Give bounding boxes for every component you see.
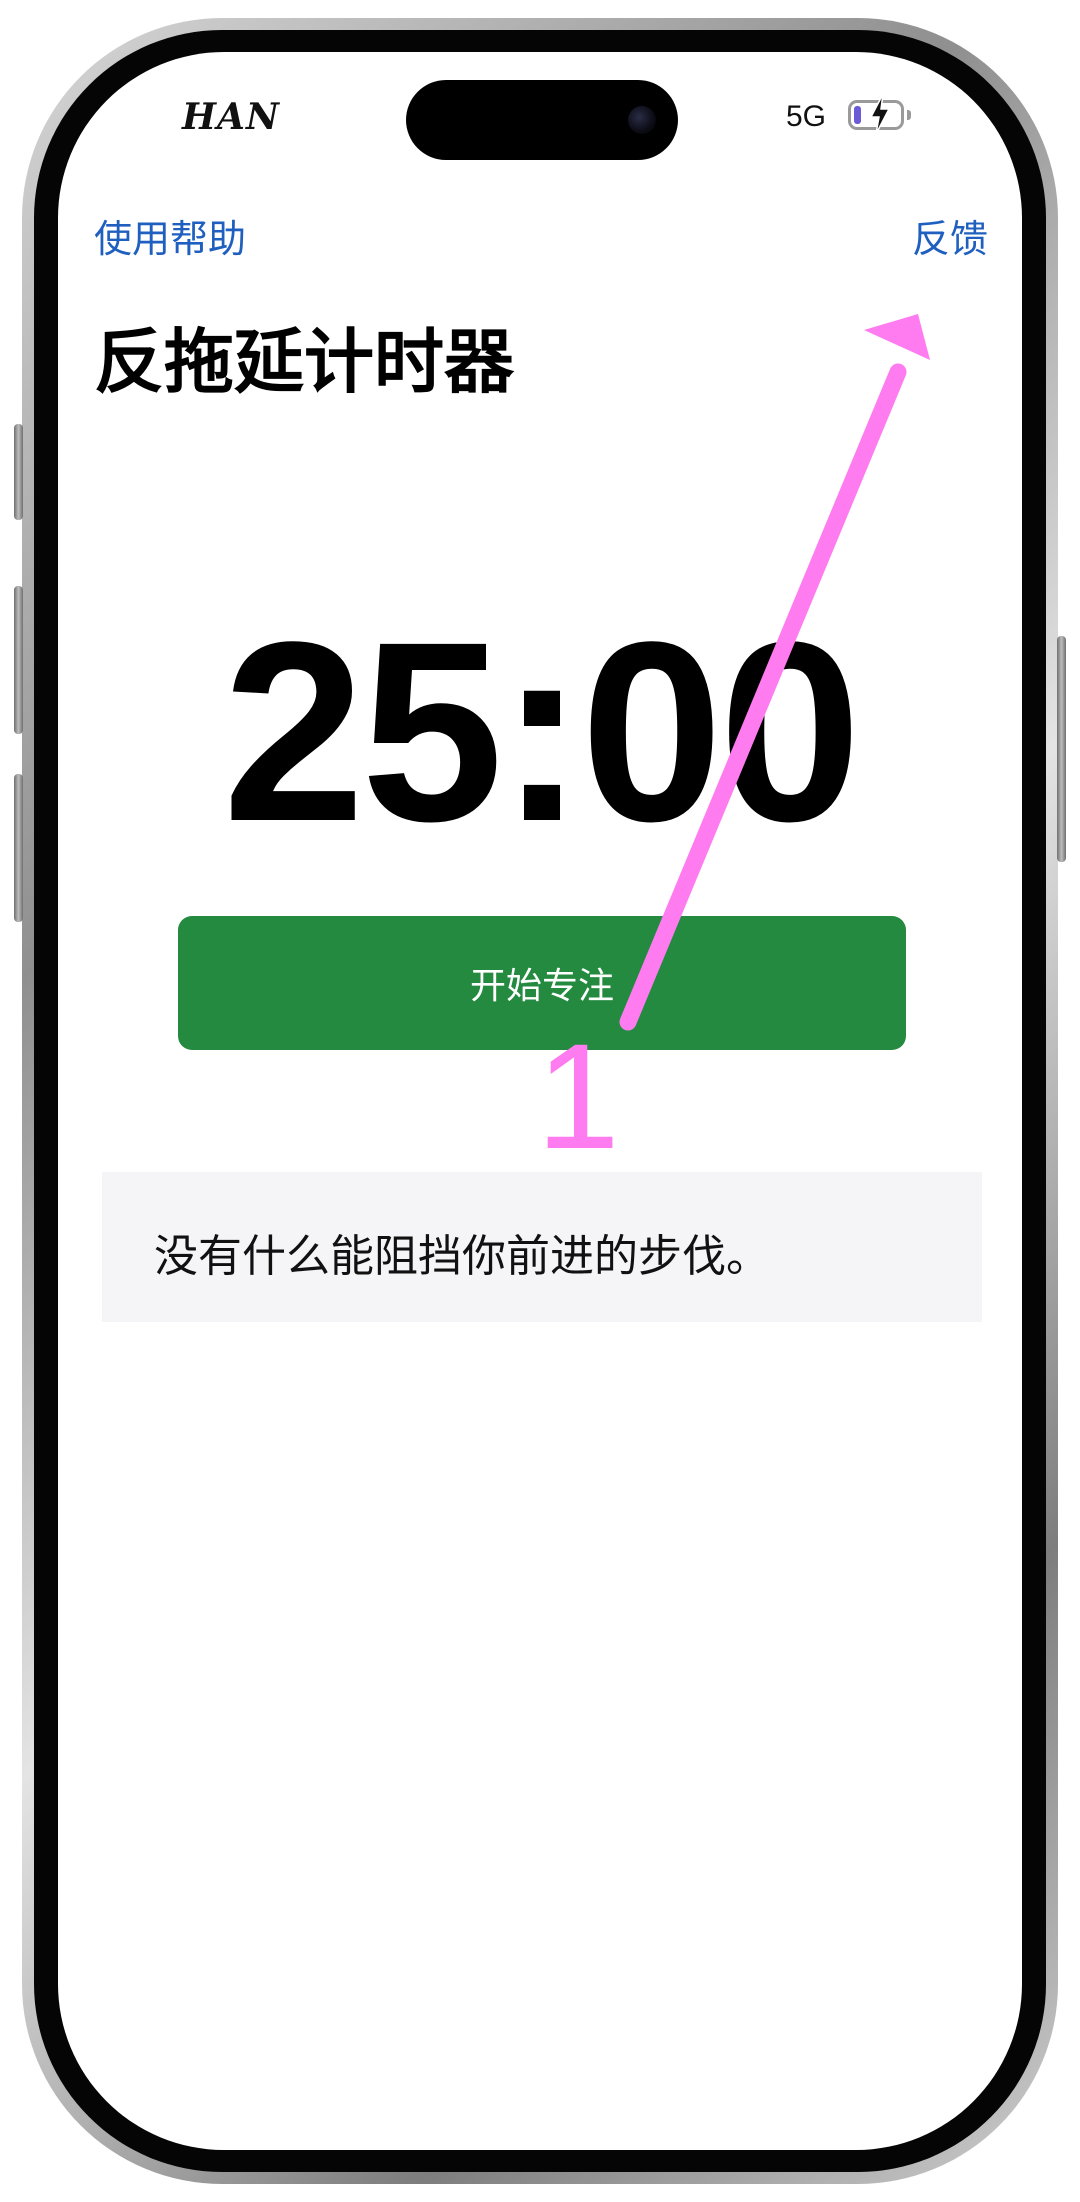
charging-bolt-icon [869, 93, 891, 135]
battery-tip [907, 110, 911, 120]
front-camera-icon [628, 106, 656, 134]
power-button [1057, 636, 1066, 862]
dynamic-island [406, 80, 678, 160]
battery-level-fill [854, 106, 861, 124]
quote-text: 没有什么能阻挡你前进的步伐。 [154, 1231, 770, 1282]
start-focus-button[interactable]: 开始专注 [178, 916, 906, 1050]
phone-screen: HAN 5G 使用帮助 反馈 反拖延计时器 25:00 开始专注 没有什么能阻挡… [58, 52, 1022, 2150]
feedback-link[interactable]: 反馈 [912, 208, 988, 263]
volume-up-button [14, 586, 23, 734]
carrier-label: HAN [182, 96, 280, 138]
quote-card: 没有什么能阻挡你前进的步伐。 [102, 1172, 982, 1322]
help-link[interactable]: 使用帮助 [94, 208, 246, 263]
timer-display: 25:00 [222, 589, 862, 875]
page-title: 反拖延计时器 [94, 321, 514, 403]
volume-down-button [14, 774, 23, 922]
screenshot-stage: HAN 5G 使用帮助 反馈 反拖延计时器 25:00 开始专注 没有什么能阻挡… [0, 0, 1080, 2202]
action-button [14, 424, 23, 520]
network-type: 5G [786, 100, 827, 133]
